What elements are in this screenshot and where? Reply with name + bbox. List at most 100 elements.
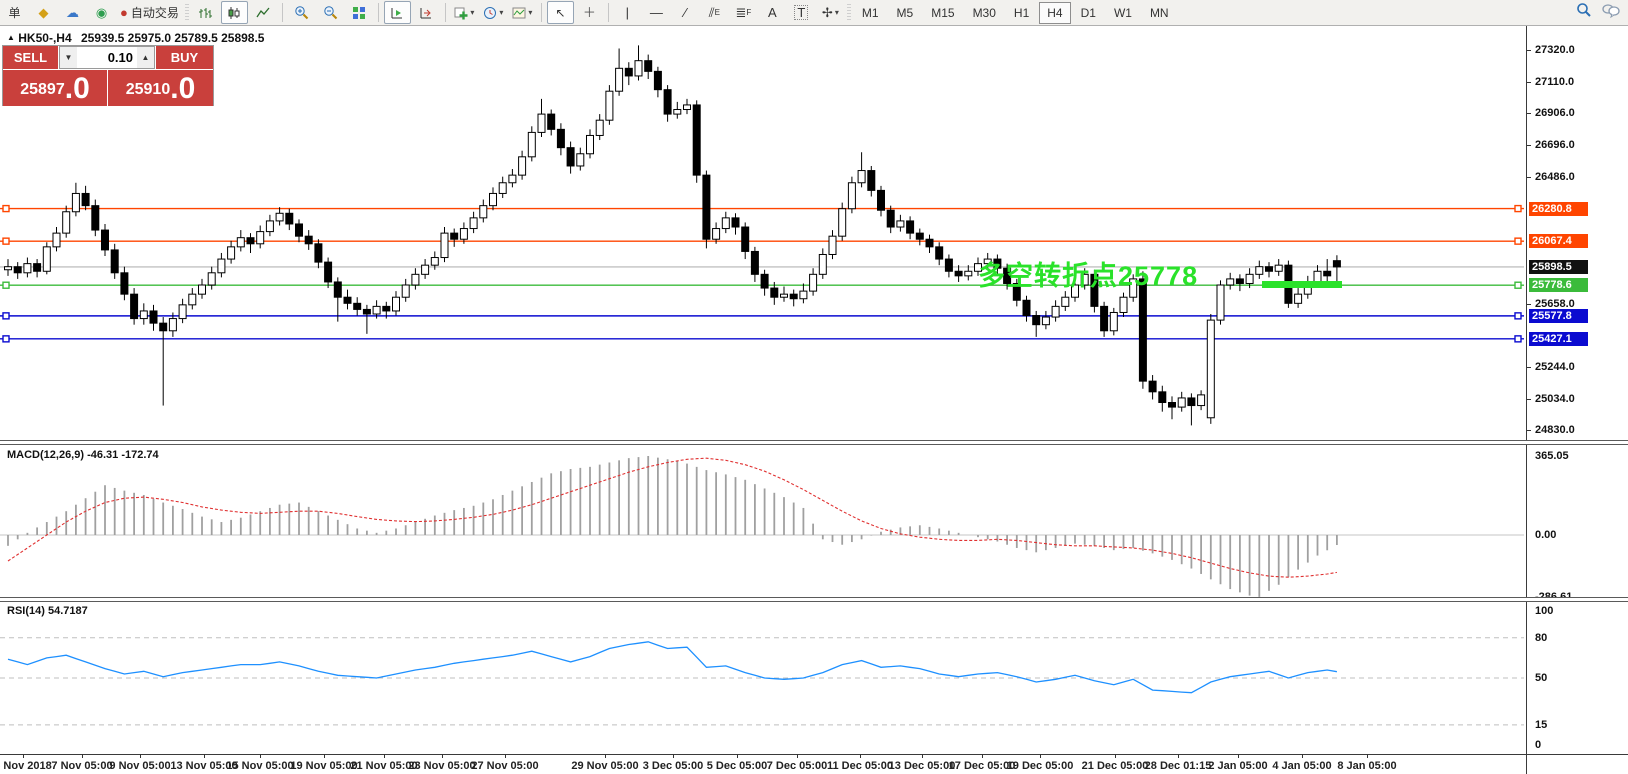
chart-title: ▲ HK50-,H4 25939.5 25975.0 25789.5 25898… <box>7 31 264 45</box>
level-anchor[interactable] <box>1515 238 1521 244</box>
candle <box>761 274 768 288</box>
zoom-out-icon[interactable] <box>317 1 344 24</box>
buy-price[interactable]: 25910.0 <box>108 70 213 106</box>
pane-splitter-2[interactable] <box>0 597 1628 602</box>
candle <box>1198 395 1205 406</box>
time-tick <box>505 754 506 758</box>
candle <box>286 213 293 224</box>
profile-icon[interactable]: ☁ <box>59 1 86 24</box>
candle <box>14 267 21 273</box>
candle <box>393 297 400 311</box>
autotrading-button[interactable]: ● 自动交易 <box>117 1 182 24</box>
volume-input[interactable] <box>77 47 137 68</box>
candle <box>548 114 555 129</box>
candle <box>1188 398 1195 406</box>
rsi-axis-label: 15 <box>1535 719 1547 731</box>
auto-scroll-icon[interactable] <box>384 1 411 24</box>
tf-button-d1[interactable]: D1 <box>1073 2 1104 24</box>
vertical-line-icon[interactable]: | <box>614 1 641 24</box>
level-anchor[interactable] <box>3 282 9 288</box>
macd-pane[interactable] <box>0 444 1524 597</box>
cursor-icon[interactable]: ↖ <box>547 1 574 24</box>
tf-button-m30[interactable]: M30 <box>965 2 1004 24</box>
candle <box>1101 306 1108 330</box>
rsi-axis-label: 0 <box>1535 739 1541 751</box>
candle <box>247 238 254 244</box>
candle <box>82 193 89 205</box>
indicators-button[interactable]: ▾ <box>451 1 478 24</box>
line-chart-icon[interactable] <box>250 1 277 24</box>
equidistant-channel-icon[interactable]: ⫽E <box>701 1 728 24</box>
zoom-in-icon[interactable] <box>288 1 315 24</box>
level-anchor[interactable] <box>3 313 9 319</box>
candlestick-chart-icon[interactable] <box>221 1 248 24</box>
indicators-icon <box>454 6 468 20</box>
chat-icon[interactable] <box>1602 3 1620 18</box>
axis-tick <box>1527 177 1531 178</box>
signal-icon[interactable]: ◉ <box>88 1 115 24</box>
text-tool-icon[interactable]: A <box>759 1 786 24</box>
top-toolbar: 单 ◆ ☁ ◉ ● 自动交易 ▾ ▾ ▾ ↖ ＋ <box>0 0 1628 26</box>
tf-button-w1[interactable]: W1 <box>1106 2 1140 24</box>
time-tick <box>737 754 738 758</box>
trendline-icon[interactable]: ∕ <box>672 1 699 24</box>
tile-windows-icon[interactable] <box>346 1 373 24</box>
candle <box>296 224 303 236</box>
candle <box>567 148 574 166</box>
tf-button-m1[interactable]: M1 <box>854 2 887 24</box>
tf-button-h4[interactable]: H4 <box>1039 2 1070 24</box>
new-order-button[interactable]: 单 <box>1 1 28 24</box>
tf-button-mn[interactable]: MN <box>1142 2 1177 24</box>
level-anchor[interactable] <box>1515 206 1521 212</box>
time-label: 23 Nov 05:00 <box>408 760 475 772</box>
periods-button[interactable]: ▾ <box>480 1 507 24</box>
rsi-pane[interactable] <box>0 601 1524 753</box>
level-anchor[interactable] <box>3 206 9 212</box>
macd-axis-label: 0.00 <box>1535 529 1556 541</box>
annotation-highlight[interactable] <box>1262 281 1342 288</box>
tf-button-m15[interactable]: M15 <box>923 2 962 24</box>
level-anchor[interactable] <box>1515 336 1521 342</box>
candle <box>189 294 196 305</box>
sell-price[interactable]: 25897.0 <box>3 70 108 106</box>
candle <box>179 305 186 319</box>
candle <box>907 221 914 233</box>
buy-button[interactable]: BUY <box>155 46 213 69</box>
tf-button-m5[interactable]: M5 <box>889 2 922 24</box>
market-watch-icon[interactable]: ◆ <box>30 1 57 24</box>
level-anchor[interactable] <box>1515 313 1521 319</box>
level-anchor[interactable] <box>3 336 9 342</box>
chart-annotation[interactable]: 多空转折点25778 <box>978 254 1198 293</box>
level-anchor[interactable] <box>3 238 9 244</box>
templates-button[interactable]: ▾ <box>509 1 536 24</box>
time-label: 9 Nov 05:00 <box>109 760 170 772</box>
candle <box>373 306 380 314</box>
time-label: 17 Dec 05:00 <box>949 760 1016 772</box>
candle <box>654 71 661 89</box>
volume-increase-button[interactable]: ▲ <box>137 47 154 68</box>
candle <box>848 183 855 209</box>
crosshair-icon[interactable]: ＋ <box>576 1 603 24</box>
text-label-tool-icon[interactable]: T <box>788 1 815 24</box>
candle <box>412 274 419 285</box>
arrows-tool-button[interactable]: ✢▾ <box>817 1 844 24</box>
time-label: 7 Nov 05:00 <box>51 760 112 772</box>
tf-button-h1[interactable]: H1 <box>1006 2 1037 24</box>
time-tick <box>922 754 923 758</box>
chart-shift-icon[interactable] <box>413 1 440 24</box>
time-axis-border <box>0 754 1628 755</box>
pane-splitter-1[interactable] <box>0 440 1628 445</box>
horizontal-line-icon[interactable]: — <box>643 1 670 24</box>
time-tick <box>673 754 674 758</box>
price-axis[interactable]: 27320.027110.026906.026696.026486.025658… <box>1527 26 1628 754</box>
bar-chart-icon[interactable] <box>192 1 219 24</box>
fibonacci-icon[interactable]: ≣F <box>730 1 757 24</box>
candle <box>926 239 933 247</box>
volume-box: ▼ ▲ <box>59 46 155 69</box>
level-anchor[interactable] <box>1515 282 1521 288</box>
candle <box>383 306 390 311</box>
search-icon[interactable] <box>1576 2 1592 18</box>
main-chart[interactable] <box>0 26 1524 440</box>
volume-decrease-button[interactable]: ▼ <box>60 47 77 68</box>
sell-button[interactable]: SELL <box>3 46 59 69</box>
